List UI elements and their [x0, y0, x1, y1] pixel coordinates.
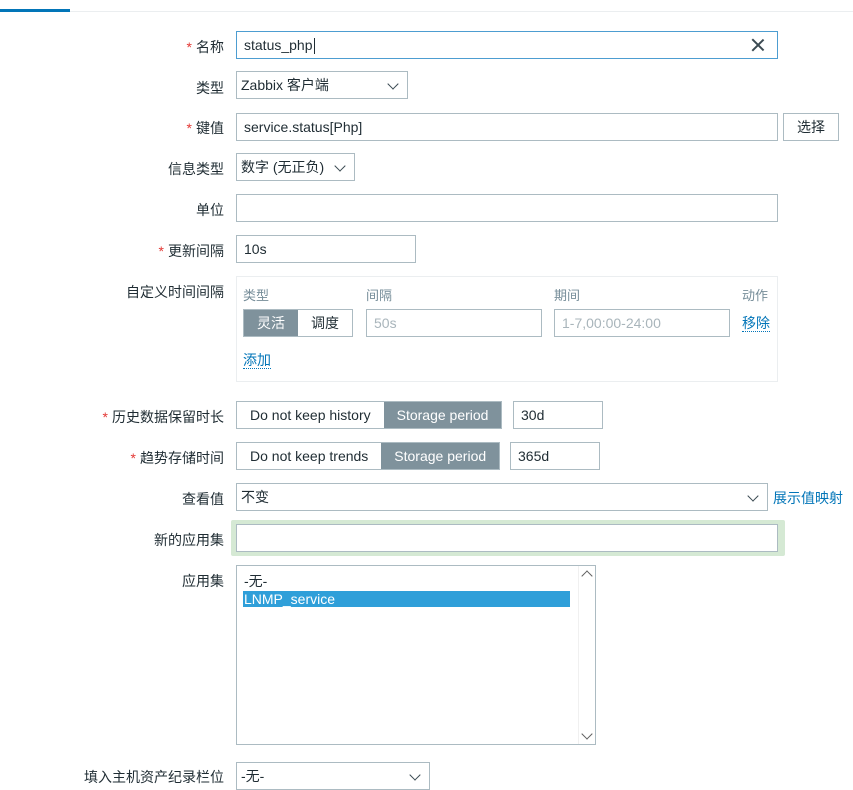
period-input[interactable]: 1-7,00:00-24:00 — [554, 309, 730, 337]
update-interval-input[interactable]: 10s — [236, 235, 416, 263]
col-header-interval: 间隔 — [366, 288, 393, 303]
applications-label: 应用集 — [182, 573, 224, 589]
custom-intervals-table: 类型 间隔 期间 动作 灵活 调度 50s 1-7,00:00-24:00 移除… — [236, 276, 778, 382]
applications-listbox[interactable]: -无- LNMP_service — [236, 565, 596, 745]
interval-input[interactable]: 50s — [366, 309, 542, 337]
units-label: 单位 — [196, 202, 224, 218]
chevron-down-icon — [387, 78, 399, 90]
application-option-lnmp-service[interactable]: LNMP_service — [243, 591, 570, 607]
clear-icon[interactable] — [751, 38, 765, 52]
history-period-input[interactable]: 30d — [513, 401, 603, 429]
active-tab-indicator — [0, 9, 70, 12]
mode-flexible-button[interactable]: 灵活 — [244, 310, 298, 336]
trends-mode-toggle: Do not keep trends Storage period — [236, 442, 501, 470]
name-label: * 名称 — [186, 39, 224, 55]
inventory-label: 填入主机资产纪录栏位 — [84, 769, 224, 785]
units-input[interactable] — [236, 194, 778, 222]
history-label: * 历史数据保留时长 — [102, 409, 224, 425]
key-label: * 键值 — [186, 120, 224, 136]
new-application-label: 新的应用集 — [154, 532, 224, 548]
scroll-up-icon[interactable] — [581, 570, 593, 582]
show-value-label: 查看值 — [182, 491, 224, 507]
update-interval-label: * 更新间隔 — [158, 243, 224, 259]
type-select[interactable]: Zabbix 客户端 — [236, 71, 408, 99]
new-application-input[interactable] — [236, 524, 778, 552]
inventory-select[interactable]: -无- — [236, 762, 430, 790]
scroll-down-icon[interactable] — [581, 728, 593, 740]
application-option-none[interactable]: -无- — [243, 573, 570, 589]
text-cursor — [313, 38, 315, 55]
custom-intervals-label: 自定义时间间隔 — [126, 284, 224, 300]
tab-bar-divider — [0, 11, 853, 12]
history-storage-period-button[interactable]: Storage period — [383, 402, 502, 428]
chevron-down-icon — [334, 160, 346, 172]
type-label: 类型 — [196, 80, 224, 96]
remove-interval-link[interactable]: 移除 — [742, 315, 770, 332]
info-type-label: 信息类型 — [168, 161, 224, 177]
value-mapping-link[interactable]: 展示值映射 — [773, 490, 843, 506]
key-select-button[interactable]: 选择 — [783, 113, 839, 141]
name-input[interactable]: status_php — [236, 31, 778, 59]
history-mode-toggle: Do not keep history Storage period — [236, 401, 503, 429]
show-value-select[interactable]: 不变 — [236, 483, 768, 511]
info-type-select[interactable]: 数字 (无正负) — [236, 153, 355, 181]
interval-mode-toggle: 灵活 调度 — [243, 309, 353, 337]
col-header-period: 期间 — [554, 288, 581, 303]
col-header-type: 类型 — [243, 288, 270, 303]
trends-label: * 趋势存储时间 — [130, 450, 224, 466]
chevron-down-icon — [747, 490, 759, 502]
listbox-scrollbar[interactable] — [578, 566, 595, 744]
trends-do-not-keep-button[interactable]: Do not keep trends — [237, 443, 381, 469]
mode-scheduling-button[interactable]: 调度 — [298, 310, 352, 336]
history-do-not-keep-button[interactable]: Do not keep history — [237, 402, 384, 428]
chevron-down-icon — [409, 769, 421, 781]
key-input[interactable]: service.status[Php] — [236, 113, 778, 141]
col-header-action: 动作 — [742, 288, 769, 303]
trends-period-input[interactable]: 365d — [510, 442, 600, 470]
trends-storage-period-button[interactable]: Storage period — [381, 443, 500, 469]
add-interval-link[interactable]: 添加 — [243, 352, 271, 369]
